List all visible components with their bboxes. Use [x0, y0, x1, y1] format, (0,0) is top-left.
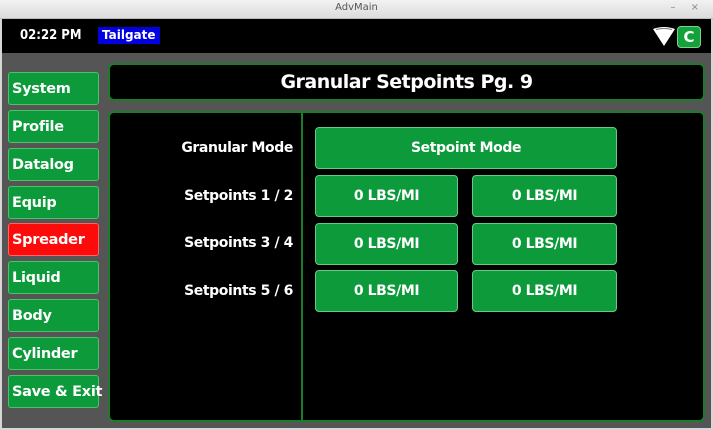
window-controls[interactable]: – × — [670, 2, 705, 13]
setpoint-5-button[interactable]: 0 LBS/MI — [315, 270, 458, 312]
setpoint-6-button[interactable]: 0 LBS/MI — [472, 270, 617, 312]
nav-profile[interactable]: Profile — [8, 110, 99, 143]
nav-system[interactable]: System — [8, 72, 99, 105]
settings-panel: Granular Mode Setpoint Mode Setpoints 1 … — [108, 111, 705, 422]
setpoint-4-button[interactable]: 0 LBS/MI — [472, 223, 617, 265]
nav-body[interactable]: Body — [8, 299, 99, 332]
granular-mode-button[interactable]: Setpoint Mode — [315, 127, 617, 169]
tailgate-indicator: Tailgate — [98, 27, 160, 44]
window-titlebar: AdvMain – × — [0, 0, 713, 19]
setpoint-3-button[interactable]: 0 LBS/MI — [315, 223, 458, 265]
panel-divider — [301, 113, 303, 420]
signal-icon — [653, 27, 675, 46]
nav-spreader[interactable]: Spreader — [8, 223, 99, 256]
page-title: Granular Setpoints Pg. 9 — [280, 71, 533, 93]
setpoint-2-button[interactable]: 0 LBS/MI — [472, 175, 617, 217]
status-bar: 02:22 PM Tailgate C — [2, 19, 711, 53]
setpoints-5-6-label: Setpoints 5 / 6 — [184, 283, 293, 299]
page-header: Granular Setpoints Pg. 9 — [108, 63, 705, 101]
nav-save-exit[interactable]: Save & Exit — [8, 375, 102, 408]
clock: 02:22 PM — [20, 28, 82, 43]
setpoints-1-2-label: Setpoints 1 / 2 — [184, 188, 293, 204]
nav-datalog[interactable]: Datalog — [8, 148, 99, 181]
nav-cylinder[interactable]: Cylinder — [8, 337, 99, 370]
nav-equip[interactable]: Equip — [8, 186, 99, 219]
app-window: 02:22 PM Tailgate C System Profile Datal… — [2, 19, 711, 428]
granular-mode-label: Granular Mode — [181, 140, 293, 156]
c-button[interactable]: C — [677, 26, 701, 48]
setpoints-3-4-label: Setpoints 3 / 4 — [184, 235, 293, 251]
window-title: AdvMain — [335, 2, 378, 13]
nav-liquid[interactable]: Liquid — [8, 261, 99, 294]
setpoint-1-button[interactable]: 0 LBS/MI — [315, 175, 458, 217]
